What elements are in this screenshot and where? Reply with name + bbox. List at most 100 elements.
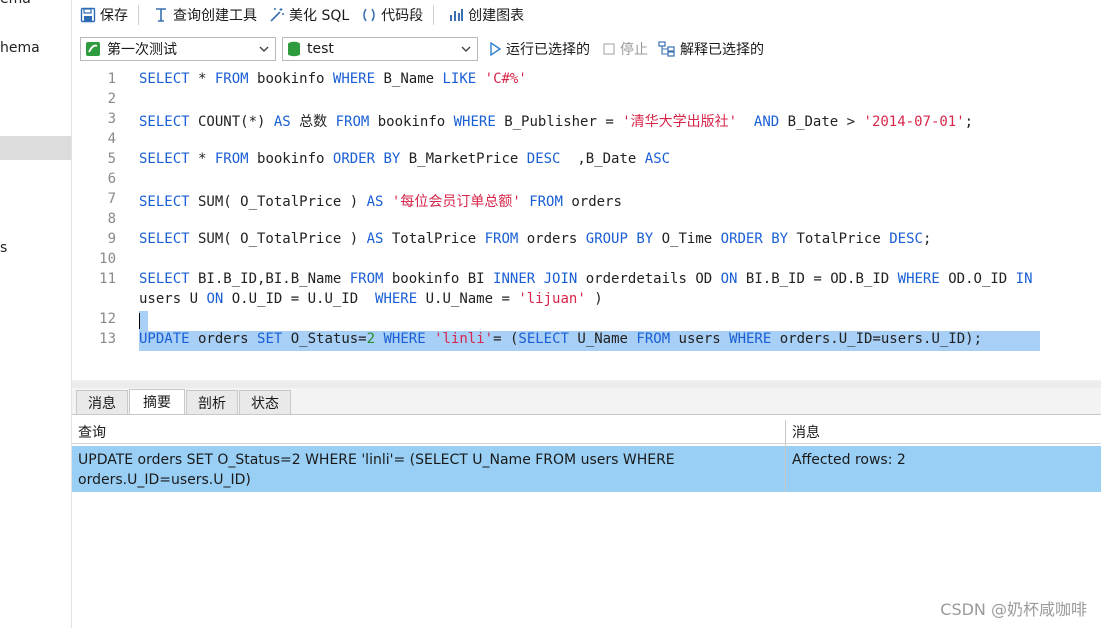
sql-keyword: WHERE xyxy=(375,291,418,307)
magic-wand-icon xyxy=(269,7,285,23)
connection-selector-row: 第一次测试 test 运行已选择的 停止 解释已选择的 xyxy=(72,34,1101,64)
navigator-item[interactable]: s xyxy=(0,240,7,256)
sql-keyword: LIKE xyxy=(442,71,477,87)
line-number: 7 xyxy=(107,191,116,207)
tab-messages[interactable]: 消息 xyxy=(76,390,128,414)
tab-profile[interactable]: 剖析 xyxy=(186,390,238,414)
explain-selected-label: 解释已选择的 xyxy=(680,42,764,58)
sql-keyword: WHERE xyxy=(332,71,376,87)
column-header-query[interactable]: 查询 xyxy=(72,420,786,444)
sql-keyword: FROM xyxy=(484,231,519,247)
query-builder-button[interactable]: 查询创建工具 xyxy=(149,2,261,28)
run-selected-label: 运行已选择的 xyxy=(506,42,590,58)
sql-text: B_MarketPrice xyxy=(400,151,527,167)
object-navigator: ema hema s xyxy=(0,0,72,628)
sql-string: 'C#%' xyxy=(484,71,527,87)
chevron-down-icon xyxy=(258,42,270,56)
sql-keyword: ON xyxy=(720,271,738,287)
line-number: 8 xyxy=(107,211,116,227)
cell-query[interactable]: UPDATE orders SET O_Status=2 WHERE 'linl… xyxy=(72,446,786,492)
sql-keyword: SELECT xyxy=(139,71,190,87)
navigator-selected-row[interactable] xyxy=(0,136,71,160)
sql-string: 'linli' xyxy=(434,331,494,347)
selection-highlight xyxy=(139,311,148,331)
sql-text: bookinfo xyxy=(248,151,333,167)
sql-text: SUM( O_TotalPrice ) xyxy=(189,194,367,210)
sql-text: TotalPrice xyxy=(788,231,890,247)
line-number: 1 xyxy=(107,71,116,87)
sql-keyword: WHERE xyxy=(729,331,772,347)
code-line[interactable]: SELECT SUM( O_TotalPrice ) AS TotalPrice… xyxy=(139,231,931,247)
sql-string: '清华大学出版社' xyxy=(622,114,738,130)
sql-keyword: AS xyxy=(366,194,384,210)
explain-selected-button[interactable]: 解释已选择的 xyxy=(658,39,764,59)
run-selected-button[interactable]: 运行已选择的 xyxy=(488,39,590,59)
line-number: 3 xyxy=(107,111,116,127)
sql-text: BI.B_ID = OD.B_ID xyxy=(737,271,898,287)
tab-summary[interactable]: 摘要 xyxy=(129,389,185,414)
sql-text: B_Publisher = xyxy=(495,114,623,130)
database-dropdown[interactable]: test xyxy=(282,37,478,61)
code-line[interactable]: users U ON O.U_ID = U.U_ID WHERE U.U_Nam… xyxy=(139,291,603,307)
sql-text: OD.O_ID xyxy=(939,271,1016,287)
save-button[interactable]: 保存 xyxy=(76,2,132,28)
sql-text: users xyxy=(670,331,730,347)
column-header-message[interactable]: 消息 xyxy=(786,420,1101,444)
tab-status[interactable]: 状态 xyxy=(239,390,291,414)
sql-keyword: IN xyxy=(1015,271,1033,287)
sql-keyword: ASC xyxy=(644,151,671,167)
beautify-sql-label: 美化 SQL xyxy=(289,8,350,24)
sql-editor[interactable]: 1 2 3 4 5 6 7 8 9 10 11 12 13 SELECT * FROM bookinfo… xyxy=(72,66,1101,382)
sql-keyword: ORDER BY xyxy=(332,151,401,167)
line-number: 6 xyxy=(107,171,116,187)
code-line[interactable]: SELECT SUM( O_TotalPrice ) AS '每位会员订单总额'… xyxy=(139,191,622,211)
sql-text: orders xyxy=(518,231,586,247)
play-icon xyxy=(488,41,502,57)
code-line[interactable]: SELECT * FROM bookinfo WHERE B_Name LIKE… xyxy=(139,71,527,87)
sql-text: orders xyxy=(562,194,622,210)
line-number: 9 xyxy=(107,231,116,247)
sql-keyword: AS xyxy=(366,231,384,247)
sql-keyword: UPDATE xyxy=(139,331,190,347)
sql-text: TotalPrice xyxy=(383,231,485,247)
sql-text: O.U_ID = U.U_ID xyxy=(223,291,376,307)
sql-keyword: SELECT xyxy=(518,331,569,347)
cell-message[interactable]: Affected rows: 2 xyxy=(786,446,1101,492)
sql-text: orderdetails OD xyxy=(577,271,721,287)
code-line[interactable]: SELECT * FROM bookinfo ORDER BY B_Market… xyxy=(139,151,670,167)
sql-keyword: GROUP BY xyxy=(585,231,654,247)
sql-text: 总数 xyxy=(290,114,336,130)
sql-keyword: ORDER BY xyxy=(720,231,789,247)
sql-keyword: WHERE xyxy=(383,331,426,347)
cell-query-line: orders.U_ID=users.U_ID) xyxy=(78,472,251,488)
sql-text: users U xyxy=(139,291,207,307)
save-label: 保存 xyxy=(100,8,128,24)
navigator-item[interactable]: hema xyxy=(0,40,40,56)
sql-text: orders.U_ID=users.U_ID); xyxy=(771,331,983,347)
sql-text: ) xyxy=(585,291,603,307)
stop-button[interactable]: 停止 xyxy=(602,39,648,59)
connection-icon xyxy=(85,41,101,57)
code-line[interactable]: SELECT COUNT(*) AS 总数 FROM bookinfo WHER… xyxy=(139,111,973,131)
sql-keyword: SELECT xyxy=(139,231,190,247)
query-toolbar: 保存 查询创建工具 美化 SQL 代码段 创建图表 xyxy=(72,0,1101,30)
code-snippet-button[interactable]: 代码段 xyxy=(357,2,427,28)
navigator-item[interactable]: ema xyxy=(0,0,31,7)
sql-text: = ( xyxy=(493,331,519,347)
sql-text: bookinfo xyxy=(248,71,333,87)
create-chart-label: 创建图表 xyxy=(468,8,525,24)
sql-text: ; xyxy=(922,231,932,247)
create-chart-button[interactable]: 创建图表 xyxy=(444,2,528,28)
sql-text: B_Date > xyxy=(779,114,864,130)
code-line[interactable]: UPDATE orders SET O_Status=2 WHERE 'linl… xyxy=(139,331,982,347)
line-number: 5 xyxy=(107,151,116,167)
sql-string: '每位会员订单总额' xyxy=(391,194,521,210)
beautify-sql-button[interactable]: 美化 SQL xyxy=(265,2,353,28)
sql-text: * xyxy=(189,151,215,167)
connection-dropdown[interactable]: 第一次测试 xyxy=(80,37,276,61)
code-line[interactable]: SELECT BI.B_ID,BI.B_Name FROM bookinfo B… xyxy=(139,271,1033,287)
table-row[interactable]: UPDATE orders SET O_Status=2 WHERE 'linl… xyxy=(72,446,1101,492)
